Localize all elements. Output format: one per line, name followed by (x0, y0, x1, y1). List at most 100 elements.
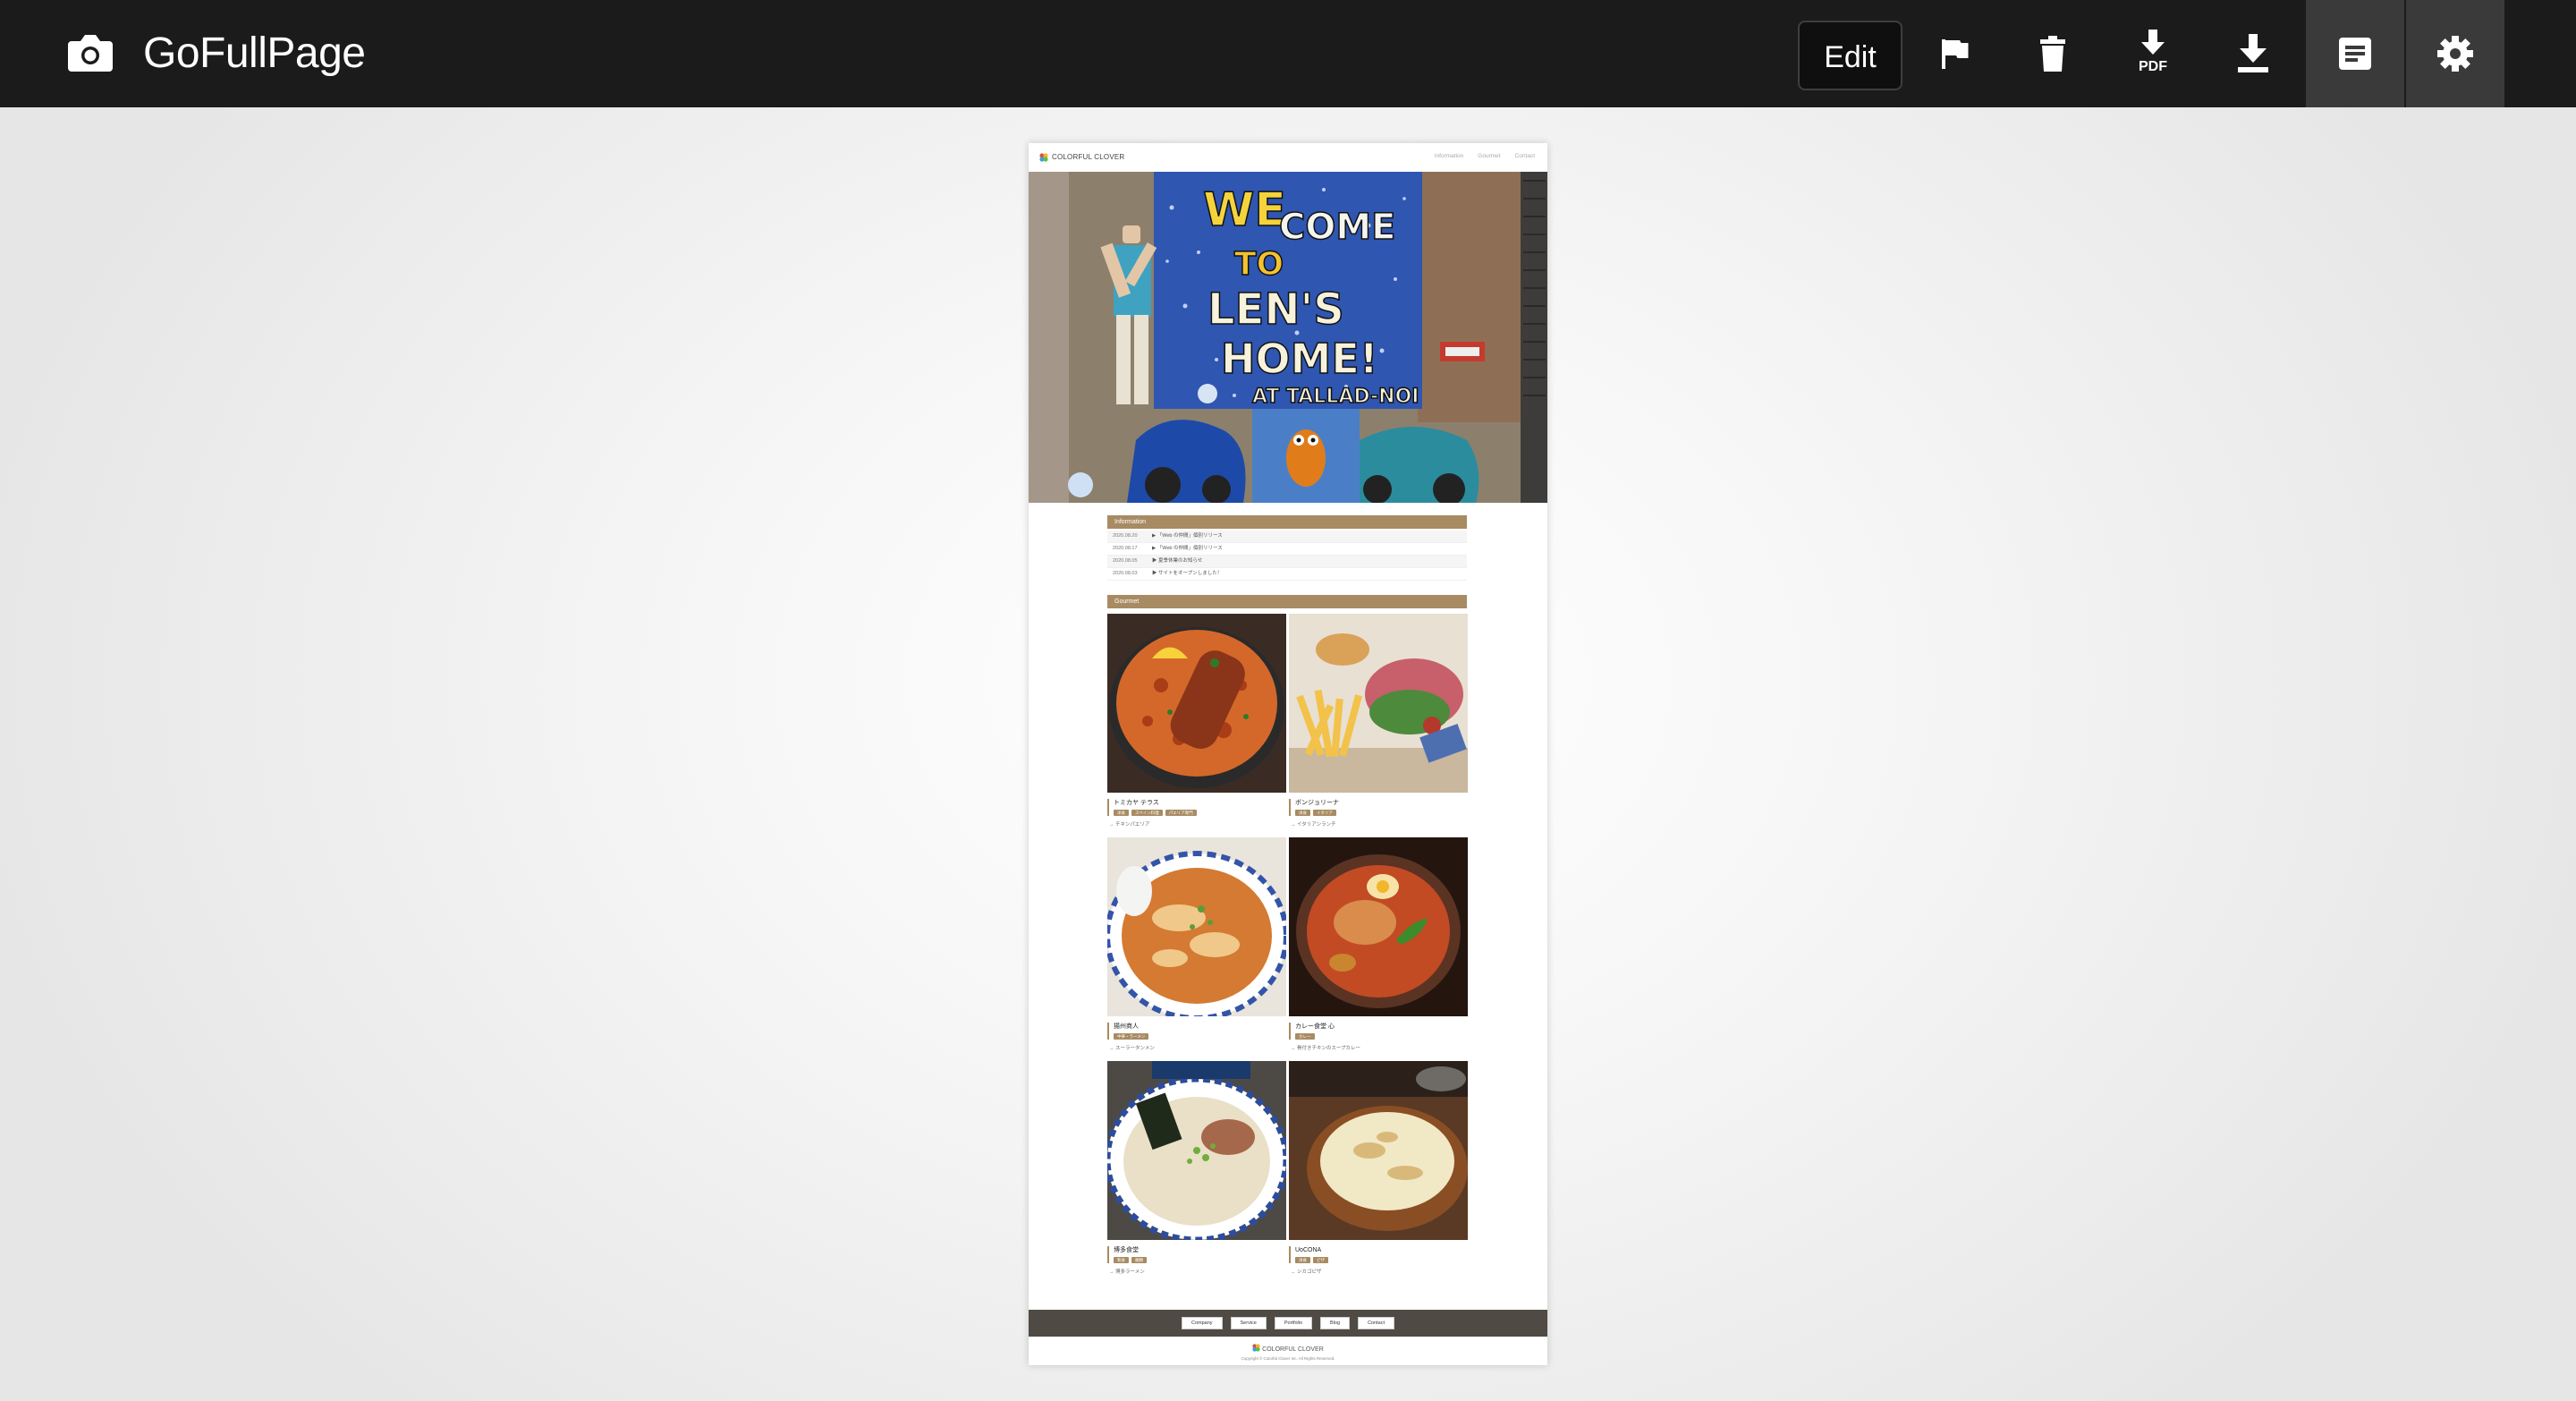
restaurant-name: トミカヤ テラス (1114, 800, 1159, 806)
gourmet-card[interactable]: 博多食堂 和食 麺類 → 博多ラーメン (1107, 1061, 1286, 1275)
tag: スペイン料理 (1131, 810, 1163, 816)
site-nav: Information Gourmet Contact (1435, 153, 1535, 159)
tag: 和食 (1114, 1257, 1129, 1263)
clover-logo-icon (1039, 153, 1048, 162)
footer-link-blog[interactable]: Blog (1320, 1317, 1351, 1329)
app-title: GoFullPage (143, 30, 366, 77)
info-text: サイトをオープンしました！ (1158, 571, 1223, 576)
footer-link-portfolio[interactable]: Portfolio (1274, 1317, 1313, 1329)
tag: 中華・ラーメン (1114, 1033, 1149, 1040)
tag: パエリア専門 (1165, 810, 1197, 816)
extension-toolbar: GoFullPage Edit PDF (0, 0, 2576, 107)
flag-icon (1942, 39, 1969, 69)
nav-link-contact: Contact (1514, 153, 1535, 159)
chevron-right-icon: ▶ (1152, 558, 1157, 564)
information-section: Information 2020.08.20 ▶ 「Web の仲間」個別リリース … (1107, 515, 1467, 581)
tag: カレー (1295, 1033, 1315, 1040)
card-meta: 博多食堂 和食 麺類 (1107, 1246, 1286, 1263)
restaurant-name: UoCONA (1295, 1247, 1322, 1253)
information-heading: Information (1107, 515, 1467, 529)
hero-mural-illustration: WE COME TO LEN'S HOME! AT TALLAD-NOI (1029, 172, 1547, 503)
settings-button[interactable] (2406, 0, 2504, 107)
gourmet-section: Gourmet (1107, 595, 1467, 608)
copyright: Copyright © Colorful Clover Inc. All Rig… (1241, 1356, 1335, 1361)
dish-description: → イタリアンランチ (1291, 822, 1336, 828)
svg-text:HOME!: HOME! (1221, 335, 1378, 383)
food-photo-chicago-pizza (1289, 1061, 1468, 1240)
card-meta: カレー食堂 心 カレー (1289, 1023, 1468, 1040)
food-photo-paella (1107, 614, 1286, 793)
gourmet-card[interactable]: 揚州商人 中華・ラーメン → スーラータンメン (1107, 837, 1286, 1051)
chevron-right-icon: ▶ (1152, 533, 1157, 539)
restaurant-name: 博多食堂 (1114, 1247, 1139, 1253)
info-date: 2020.08.03 (1113, 571, 1138, 576)
tag: ピザ (1313, 1257, 1328, 1263)
info-text: 夏季休業のお知らせ (1158, 558, 1203, 564)
chevron-right-icon: ▶ (1152, 571, 1157, 576)
footer-link-company[interactable]: Company (1181, 1317, 1223, 1329)
download-pdf-icon (2141, 30, 2165, 55)
info-date: 2020.08.20 (1113, 533, 1138, 539)
site-footer-nav: Company Service Portfolio Blog Contact (1029, 1310, 1547, 1337)
information-row[interactable]: 2020.08.05 ▶ 夏季休業のお知らせ (1107, 556, 1467, 568)
svg-text:AT TALLAD-NOI: AT TALLAD-NOI (1252, 386, 1419, 408)
pdf-label: PDF (2139, 59, 2167, 74)
flag-button[interactable] (1905, 0, 2004, 107)
gourmet-card[interactable]: UoCONA 洋食 ピザ → シカゴピザ (1289, 1061, 1468, 1275)
info-date: 2020.08.17 (1113, 546, 1138, 551)
trash-icon (2040, 36, 2065, 72)
hero-image: WE COME TO LEN'S HOME! AT TALLAD-NOI (1029, 172, 1547, 503)
tag-list: 洋食 スペイン料理 パエリア専門 (1114, 810, 1286, 816)
dish-description: → シカゴピザ (1291, 1269, 1322, 1275)
footer-link-contact[interactable]: Contact (1358, 1317, 1395, 1329)
delete-button[interactable] (2004, 0, 2102, 107)
tag-list: 中華・ラーメン (1114, 1033, 1286, 1040)
svg-text:LEN'S: LEN'S (1208, 284, 1344, 335)
gourmet-card[interactable]: トミカヤ テラス 洋食 スペイン料理 パエリア専門 → チキンパエリア (1107, 614, 1286, 828)
footer-link-service[interactable]: Service (1230, 1317, 1267, 1329)
site-header: COLORFUL CLOVER Information Gourmet Cont… (1029, 143, 1547, 172)
document-list-button[interactable] (2306, 0, 2404, 107)
tag: 洋食 (1114, 810, 1129, 816)
download-image-icon (2238, 34, 2268, 72)
settings-gear-icon (2437, 36, 2473, 72)
info-text: 「Web の仲間」個別リリース (1157, 546, 1223, 551)
tag: 洋食 (1295, 1257, 1310, 1263)
dish-description: → スーラータンメン (1109, 1046, 1155, 1051)
camera-icon (68, 35, 113, 72)
chevron-right-icon: ▶ (1152, 546, 1157, 551)
card-meta: ボンジョリーナ 洋食 イタリア (1289, 799, 1468, 816)
gourmet-card[interactable]: カレー食堂 心 カレー → 骨付きチキンのスープカレー (1289, 837, 1468, 1051)
nav-link-gourmet: Gourmet (1478, 153, 1501, 159)
svg-text:TO: TO (1234, 246, 1284, 283)
restaurant-name: カレー食堂 心 (1295, 1023, 1335, 1030)
gourmet-heading: Gourmet (1107, 595, 1467, 608)
download-image-button[interactable] (2204, 0, 2302, 107)
footer-brand: COLORFUL CLOVER (1029, 1344, 1547, 1353)
tag: 洋食 (1295, 810, 1310, 816)
tag: 麺類 (1131, 1257, 1147, 1263)
food-photo-soup-curry (1289, 837, 1468, 1016)
information-row[interactable]: 2020.08.20 ▶ 「Web の仲間」個別リリース (1107, 531, 1467, 543)
tag: イタリア (1313, 810, 1336, 816)
captured-page-preview[interactable]: COLORFUL CLOVER Information Gourmet Cont… (1029, 143, 1547, 1365)
svg-text:WE: WE (1203, 183, 1286, 237)
card-meta: 揚州商人 中華・ラーメン (1107, 1023, 1286, 1040)
card-meta: UoCONA 洋食 ピザ (1289, 1246, 1468, 1263)
food-photo-ramen-spicy (1107, 837, 1286, 1016)
tag-list: カレー (1295, 1033, 1468, 1040)
edit-button[interactable]: Edit (1798, 21, 1902, 90)
food-photo-salad-fries (1289, 614, 1468, 793)
information-row[interactable]: 2020.08.17 ▶ 「Web の仲間」個別リリース (1107, 543, 1467, 556)
nav-link-information: Information (1434, 153, 1464, 159)
restaurant-name: 揚州商人 (1114, 1023, 1139, 1030)
gourmet-card[interactable]: ボンジョリーナ 洋食 イタリア → イタリアンランチ (1289, 614, 1468, 828)
site-brand: COLORFUL CLOVER (1052, 153, 1125, 161)
information-row[interactable]: 2020.08.03 ▶ サイトをオープンしました！ (1107, 568, 1467, 581)
document-list-icon (2339, 38, 2371, 70)
info-text: 「Web の仲間」個別リリース (1157, 533, 1223, 539)
dish-description: → チキンパエリア (1109, 822, 1150, 828)
download-pdf-button[interactable]: PDF (2104, 0, 2202, 107)
food-photo-hakata-ramen (1107, 1061, 1286, 1240)
dish-description: → 骨付きチキンのスープカレー (1291, 1046, 1361, 1051)
